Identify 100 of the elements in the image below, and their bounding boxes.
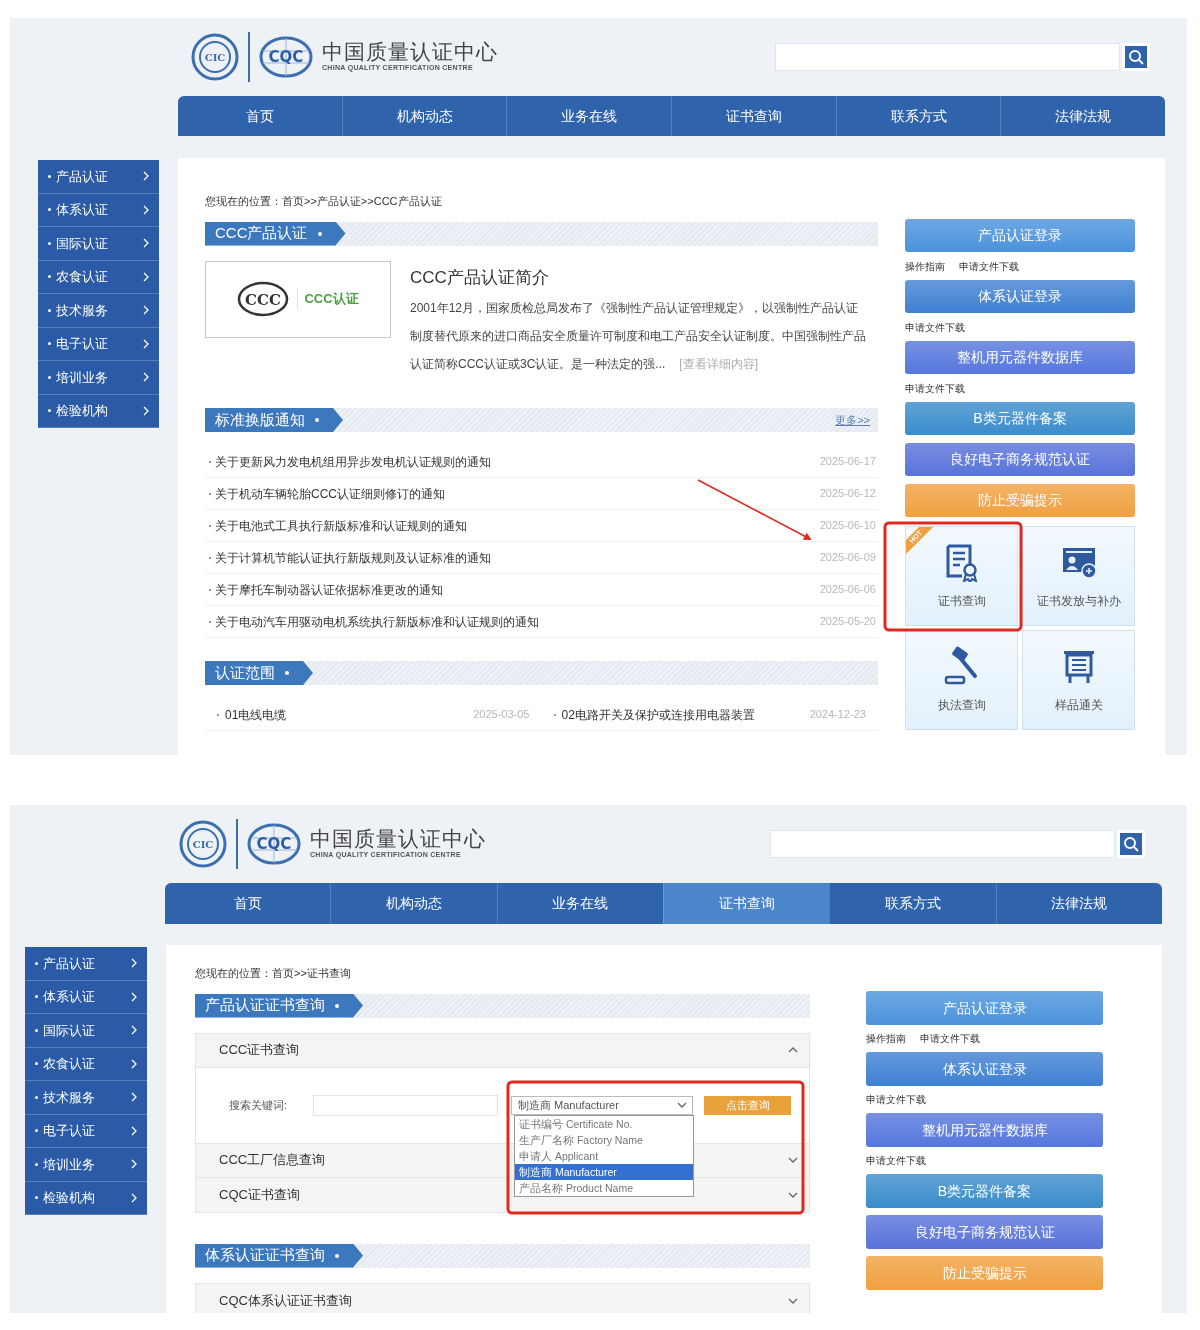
bullet-icon bbox=[553, 713, 556, 716]
action-button[interactable]: 良好电子商务规范认证 bbox=[905, 443, 1135, 476]
sidebar-label[interactable]: 技术服务 bbox=[56, 300, 136, 320]
sidebar-label[interactable]: 体系认证 bbox=[43, 987, 124, 1007]
sidebar-label[interactable]: 产品认证 bbox=[56, 166, 136, 186]
service-tile[interactable]: 执法查询 bbox=[905, 630, 1018, 730]
chevron-icon bbox=[129, 1159, 137, 1170]
chevron-icon bbox=[129, 958, 137, 969]
nav-tab[interactable]: 业务在线 bbox=[506, 96, 671, 136]
nav-tab[interactable]: 联系方式 bbox=[829, 883, 996, 924]
news-link[interactable]: 关于机动车辆轮胎CCC认证细则修订的通知 bbox=[215, 484, 445, 503]
chevron-icon bbox=[141, 171, 149, 182]
chevron-icon bbox=[141, 338, 149, 349]
bullet-icon bbox=[35, 1095, 38, 1099]
dropdown-option[interactable]: 申请人 Applicant bbox=[515, 1147, 693, 1164]
news-link[interactable]: 关于计算机节能认证执行新版规则及认证标准的通知 bbox=[215, 548, 491, 567]
nav-tab[interactable]: 机构动态 bbox=[341, 96, 507, 136]
news-link[interactable]: 关于摩托车制动器认证依据标准更改的通知 bbox=[215, 580, 443, 599]
keyword-field[interactable] bbox=[313, 1094, 498, 1116]
service-tile[interactable]: 证书发放与补办 bbox=[1022, 526, 1135, 626]
chevron-icon bbox=[129, 991, 137, 1002]
search-button[interactable] bbox=[1122, 43, 1150, 71]
action-button[interactable]: 体系认证登录 bbox=[905, 280, 1135, 313]
section-title: 体系认证证书查询 bbox=[205, 1245, 325, 1266]
sidebar-label[interactable]: 产品认证 bbox=[43, 953, 124, 973]
news-link[interactable]: 关于电动汽车用驱动电机系统执行新版标准和认证规则的通知 bbox=[215, 612, 539, 631]
bullet-icon bbox=[35, 1028, 38, 1032]
nav-tab[interactable]: 联系方式 bbox=[835, 96, 1001, 136]
side-link[interactable]: 申请文件下载 bbox=[959, 259, 1019, 274]
logo-icon: CQC bbox=[246, 822, 302, 866]
sidebar-label[interactable]: 农食认证 bbox=[43, 1054, 124, 1074]
bullet-icon bbox=[35, 1129, 38, 1133]
bullet-icon bbox=[35, 961, 38, 965]
sidebar-label[interactable]: 国际认证 bbox=[56, 233, 136, 253]
nav-tab[interactable]: 法律法规 bbox=[1000, 96, 1165, 136]
dropdown-option[interactable]: 证书编号 Certificate No. bbox=[515, 1115, 693, 1132]
chevron-icon bbox=[141, 238, 149, 249]
nav-tab[interactable]: 证书查询 bbox=[663, 883, 830, 924]
sidebar-label[interactable]: 农食认证 bbox=[56, 267, 136, 287]
id-card-icon bbox=[1062, 548, 1097, 579]
sidebar-label[interactable]: 电子认证 bbox=[43, 1121, 124, 1141]
sidebar-label[interactable]: 检验机构 bbox=[43, 1188, 124, 1208]
intro-heading: CCC产品认证简介 bbox=[410, 266, 550, 289]
side-link[interactable]: 申请文件下载 bbox=[866, 1092, 926, 1107]
sidebar-label[interactable]: 检验机构 bbox=[56, 401, 136, 421]
action-button[interactable]: 整机用元器件数据库 bbox=[866, 1113, 1103, 1147]
site-title: 中国质量认证中心 bbox=[322, 40, 498, 64]
range-link[interactable]: 01电线电缆 bbox=[225, 705, 287, 724]
nav-tab[interactable]: 证书查询 bbox=[671, 96, 836, 136]
side-link[interactable]: 申请文件下载 bbox=[905, 320, 965, 335]
chevron-icon bbox=[129, 1125, 137, 1136]
accordion-header[interactable]: CQC体系认证证书查询 bbox=[196, 1283, 809, 1313]
nav-tab[interactable]: 法律法规 bbox=[995, 883, 1162, 924]
ccc-mark-icon: CCC bbox=[237, 281, 290, 317]
logo-label: CCC认证 bbox=[297, 289, 359, 309]
bullet-icon bbox=[48, 308, 51, 312]
section-title: 产品认证证书查询 bbox=[205, 995, 325, 1016]
news-link[interactable]: 关于电池式工具执行新版标准和认证规则的通知 bbox=[215, 516, 467, 535]
logo-divider bbox=[236, 819, 238, 869]
service-tile[interactable]: 样品通关 bbox=[1022, 630, 1135, 730]
sidebar-label[interactable]: 体系认证 bbox=[56, 200, 136, 220]
sidebar-label[interactable]: 培训业务 bbox=[56, 367, 136, 387]
nav-tab[interactable]: 首页 bbox=[178, 96, 342, 136]
intro-text: 2001年12月，国家质检总局发布了《强制性产品认证管理规定》，以强制性产品认证制度替代原来的进口商品安全质量许可制度和电工产品安全认证制度。中国强制性产品认证简称CCC认证或3C认证。是一种法定的强... [查看详细内容] bbox=[410, 300, 867, 373]
search-field[interactable] bbox=[770, 830, 1115, 858]
chevron-icon bbox=[129, 1025, 137, 1036]
search-field[interactable] bbox=[775, 43, 1120, 71]
sidebar-label[interactable]: 国际认证 bbox=[43, 1020, 124, 1040]
bullet-icon bbox=[35, 995, 38, 999]
search-icon bbox=[1125, 46, 1147, 68]
action-button[interactable]: 整机用元器件数据库 bbox=[905, 341, 1135, 374]
sidebar-label[interactable]: 技术服务 bbox=[43, 1087, 124, 1107]
bullet-icon bbox=[48, 208, 51, 212]
chevron-icon bbox=[129, 1192, 137, 1203]
side-link[interactable]: 申请文件下载 bbox=[866, 1153, 926, 1168]
chevron-icon bbox=[129, 1058, 137, 1069]
side-link[interactable]: 操作指南 bbox=[905, 259, 945, 274]
search-button[interactable] bbox=[1117, 830, 1145, 858]
news-link[interactable]: 关于更新风力发电机组用异步发电机认证规则的通知 bbox=[215, 452, 491, 471]
nav-tab[interactable]: 业务在线 bbox=[496, 883, 663, 924]
side-link[interactable]: 操作指南 bbox=[866, 1031, 906, 1046]
nav-tab[interactable]: 机构动态 bbox=[330, 883, 497, 924]
nav-tab[interactable]: 首页 bbox=[165, 883, 331, 924]
side-link[interactable]: 申请文件下载 bbox=[920, 1031, 980, 1046]
dropdown-option[interactable]: 制造商 Manufacturer bbox=[515, 1163, 693, 1180]
range-link[interactable]: 02电路开关及保护或连接用电器装置 bbox=[561, 705, 755, 724]
sidebar-label[interactable]: 电子认证 bbox=[56, 334, 136, 354]
bullet-icon bbox=[35, 1062, 38, 1066]
side-link[interactable]: 申请文件下载 bbox=[905, 381, 965, 396]
section-title: 标准换版通知 bbox=[215, 409, 305, 430]
chevron-icon bbox=[676, 1100, 688, 1110]
select-field[interactable]: 制造商 Manufacturer bbox=[511, 1095, 693, 1115]
sidebar-label[interactable]: 培训业务 bbox=[43, 1154, 124, 1174]
field-label: 搜索关键词: bbox=[229, 1097, 289, 1113]
dropdown-option[interactable]: 产品名称 Product Name bbox=[515, 1179, 693, 1196]
section-title: CCC产品认证 bbox=[215, 223, 308, 244]
action-button[interactable]: 良好电子商务规范认证 bbox=[866, 1215, 1103, 1249]
action-button[interactable]: 体系认证登录 bbox=[866, 1052, 1103, 1086]
more-link[interactable]: 更多>> bbox=[835, 411, 878, 429]
accordion-header[interactable]: CCC证书查询 bbox=[196, 1033, 809, 1068]
